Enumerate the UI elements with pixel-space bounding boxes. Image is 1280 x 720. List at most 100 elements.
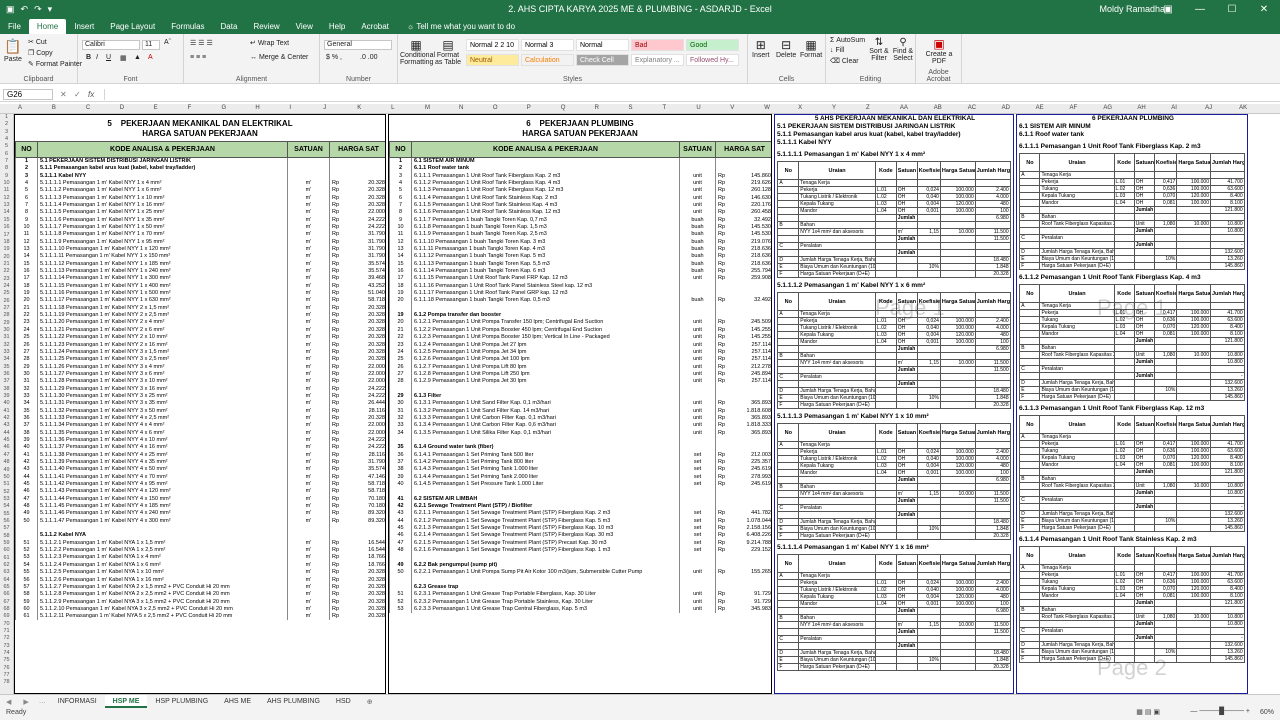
column-header[interactable]: X: [798, 105, 802, 111]
column-header[interactable]: AF: [1069, 105, 1077, 111]
tab-data[interactable]: Data: [213, 19, 246, 34]
tab-page-layout[interactable]: Page Layout: [102, 19, 163, 34]
row-header[interactable]: 71: [0, 628, 13, 635]
cell-style-item[interactable]: Normal 2 2 10: [466, 39, 519, 51]
row-header[interactable]: 6: [0, 151, 13, 158]
maximize-icon[interactable]: ☐: [1216, 4, 1248, 15]
paste-button[interactable]: Paste: [4, 56, 22, 63]
row-header[interactable]: 55: [0, 511, 13, 518]
tab-acrobat[interactable]: Acrobat: [353, 19, 397, 34]
row-header[interactable]: 17: [0, 232, 13, 239]
fill-color-icon[interactable]: ▲: [134, 54, 141, 61]
align-top-icon[interactable]: ☰ ☰ ☰: [190, 39, 213, 47]
row-header[interactable]: 13: [0, 202, 13, 209]
row-header[interactable]: 16: [0, 224, 13, 231]
column-header[interactable]: D: [120, 105, 124, 111]
create-pdf-button[interactable]: ▣ Create a PDF: [922, 37, 956, 65]
tab-more-icon[interactable]: …: [35, 698, 50, 705]
row-header[interactable]: 65: [0, 584, 13, 591]
column-header[interactable]: Q: [561, 105, 566, 111]
cell-style-item[interactable]: Good: [686, 39, 739, 51]
row-header[interactable]: 51: [0, 481, 13, 488]
align-left-icon[interactable]: ≡ ≡ ≡: [190, 54, 206, 61]
row-header[interactable]: 75: [0, 657, 13, 664]
row-header[interactable]: 78: [0, 679, 13, 686]
row-header[interactable]: 8: [0, 165, 13, 172]
sheet-tab[interactable]: AHS PLUMBING: [259, 695, 328, 708]
paste-icon[interactable]: 📋: [4, 38, 21, 55]
column-header[interactable]: F: [188, 105, 192, 111]
sort-filter-button[interactable]: ⇅ Sort & Filter: [868, 37, 890, 62]
column-header[interactable]: U: [696, 105, 700, 111]
row-header[interactable]: 33: [0, 349, 13, 356]
cell-style-item[interactable]: Check Cell: [576, 54, 629, 66]
column-header[interactable]: Y: [832, 105, 836, 111]
cut-button[interactable]: ✂ Cut: [28, 38, 47, 46]
function-icon[interactable]: fx: [88, 90, 94, 99]
row-header[interactable]: 10: [0, 180, 13, 187]
format-painter-button[interactable]: ✎ Format Painter: [28, 60, 82, 68]
sheet-tab[interactable]: AHS ME: [216, 695, 259, 708]
cell-style-item[interactable]: Calculation: [521, 54, 574, 66]
column-header[interactable]: E: [154, 105, 158, 111]
row-header[interactable]: 77: [0, 672, 13, 679]
column-header[interactable]: B: [52, 105, 56, 111]
row-header[interactable]: 54: [0, 503, 13, 510]
column-header[interactable]: M: [425, 105, 430, 111]
column-header[interactable]: J: [323, 105, 326, 111]
ribbon-display-icon[interactable]: ▣: [1152, 4, 1184, 15]
tab-scroll-right-icon[interactable]: ▶: [17, 698, 34, 706]
column-header[interactable]: O: [493, 105, 498, 111]
row-header[interactable]: 20: [0, 254, 13, 261]
sheet-tab[interactable]: HSP PLUMBING: [147, 695, 216, 708]
row-header[interactable]: 18: [0, 239, 13, 246]
row-header[interactable]: 72: [0, 635, 13, 642]
tab-file[interactable]: File: [0, 19, 29, 34]
close-icon[interactable]: ✕: [1248, 4, 1280, 15]
copy-button[interactable]: ❐ Copy: [28, 49, 53, 57]
tab-help[interactable]: Help: [321, 19, 353, 34]
tab-scroll-left-icon[interactable]: ◀: [0, 698, 17, 706]
row-header[interactable]: 52: [0, 489, 13, 496]
cell-style-item[interactable]: Neutral: [466, 54, 519, 66]
row-header[interactable]: 64: [0, 577, 13, 584]
save-icon[interactable]: ▣: [6, 4, 15, 15]
format-as-table-button[interactable]: ▤ Format as Table: [433, 38, 463, 66]
find-select-button[interactable]: ⚲ Find & Select: [892, 37, 914, 62]
zoom-slider[interactable]: — ────█──── +: [1190, 708, 1250, 715]
row-header[interactable]: 40: [0, 400, 13, 407]
font-color-icon[interactable]: A: [148, 54, 153, 61]
format-button[interactable]: ▦ Format: [800, 38, 822, 59]
fill-button[interactable]: ↓ Fill: [830, 47, 844, 54]
insert-button[interactable]: ⊞ Insert: [752, 38, 770, 59]
row-header[interactable]: 26: [0, 298, 13, 305]
row-header[interactable]: 41: [0, 408, 13, 415]
row-header[interactable]: 25: [0, 290, 13, 297]
column-header[interactable]: S: [629, 105, 633, 111]
column-header[interactable]: AE: [1036, 105, 1044, 111]
minimize-icon[interactable]: —: [1184, 4, 1216, 15]
column-header[interactable]: G: [222, 105, 227, 111]
row-header[interactable]: 22: [0, 268, 13, 275]
row-header[interactable]: 74: [0, 650, 13, 657]
bold-button[interactable]: B: [86, 54, 91, 61]
formula-input[interactable]: [104, 89, 1276, 100]
column-header[interactable]: V: [730, 105, 734, 111]
column-header[interactable]: AB: [934, 105, 942, 111]
row-header[interactable]: 14: [0, 209, 13, 216]
row-header[interactable]: 15: [0, 217, 13, 224]
row-header[interactable]: 67: [0, 599, 13, 606]
row-header[interactable]: 47: [0, 452, 13, 459]
row-header[interactable]: 7: [0, 158, 13, 165]
number-format-select[interactable]: General: [324, 40, 392, 50]
customize-icon[interactable]: ▾: [48, 4, 53, 15]
worksheet-grid[interactable]: 5 PEKERJAAN MEKANIKAL DAN ELEKTRIKAL HAR…: [14, 114, 1280, 694]
row-header[interactable]: 2: [0, 121, 13, 128]
column-header[interactable]: C: [86, 105, 90, 111]
row-header[interactable]: 4: [0, 136, 13, 143]
sheet-tab[interactable]: INFORMASI: [50, 695, 105, 708]
column-header[interactable]: Z: [866, 105, 870, 111]
autosum-button[interactable]: Σ AutoSum: [830, 37, 865, 44]
row-header[interactable]: 3: [0, 129, 13, 136]
conditional-formatting-button[interactable]: ▦ Conditional Formatting: [400, 38, 435, 66]
